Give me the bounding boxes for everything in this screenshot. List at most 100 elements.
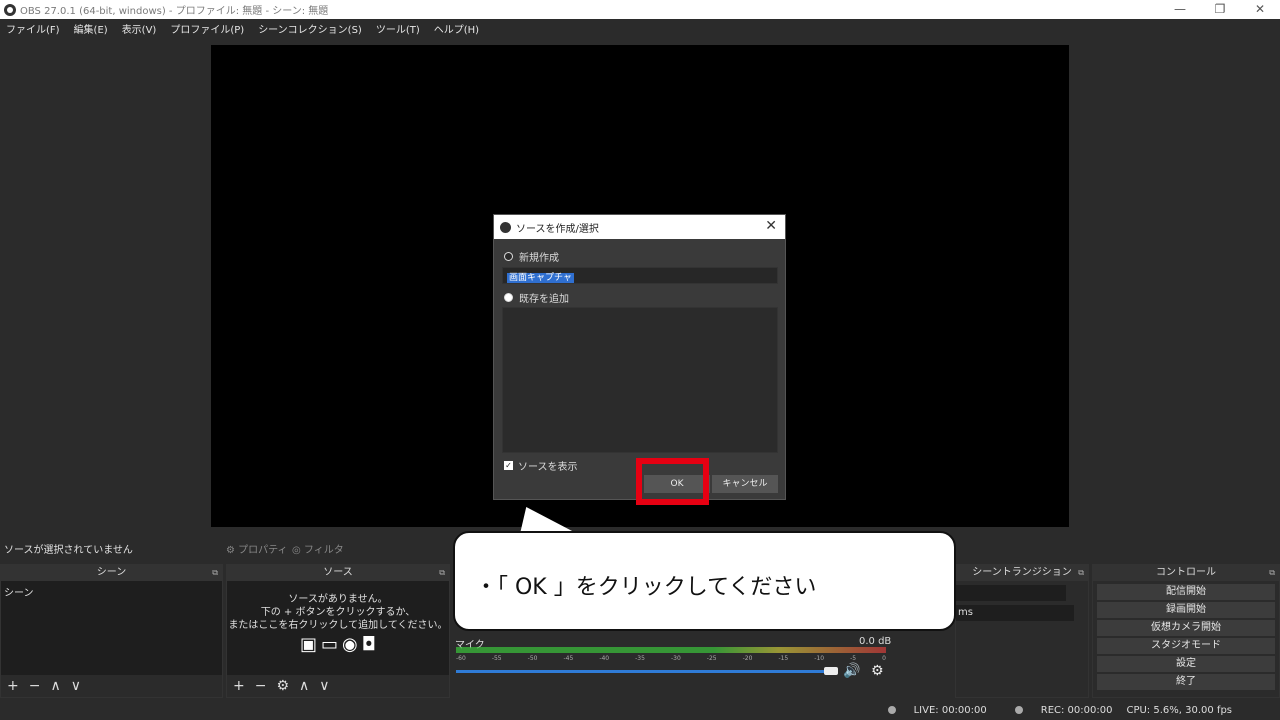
minimize-button[interactable]: —	[1160, 0, 1200, 19]
scenes-list[interactable]: シーン	[1, 581, 222, 675]
remove-icon[interactable]: −	[255, 678, 267, 694]
list-item[interactable]: シーン	[1, 581, 222, 602]
start-streaming-button[interactable]: 配信開始	[1097, 584, 1275, 600]
studio-mode-button[interactable]: スタジオモード	[1097, 638, 1275, 654]
undock-icon[interactable]: ⧉	[212, 565, 218, 581]
meter-tick: -45	[563, 655, 574, 662]
menu-view[interactable]: 表示(V)	[122, 21, 157, 36]
meter-tick: 0	[882, 655, 886, 662]
mixer-level: 0.0 dB	[859, 636, 892, 647]
menu-scene-collection[interactable]: シーンコレクション(S)	[258, 21, 362, 36]
move-up-icon[interactable]: ∧	[50, 678, 60, 694]
gear-icon[interactable]: ⚙	[276, 678, 289, 694]
show-source-label: ソースを表示	[518, 462, 578, 473]
empty-line-1: ソースがありません。	[288, 594, 388, 605]
volume-meter	[456, 647, 886, 653]
obs-logo-icon	[4, 3, 16, 16]
add-icon[interactable]: +	[233, 678, 245, 694]
scenes-dock: シーン ⧉ シーン + − ∧ ∨	[0, 564, 223, 698]
gear-icon[interactable]: ⚙	[871, 663, 884, 679]
scenes-toolbar: + − ∧ ∨	[1, 675, 222, 697]
image-icon: ▣	[300, 634, 318, 655]
move-down-icon[interactable]: ∨	[71, 678, 81, 694]
window-controls: — ❐ ✕	[1160, 0, 1280, 19]
undock-icon[interactable]: ⧉	[439, 565, 445, 581]
window-title: OBS 27.0.1 (64-bit, windows) - プロファイル: 無…	[20, 6, 329, 17]
restore-button[interactable]: ❐	[1200, 0, 1240, 19]
source-name-input[interactable]: 画面キャプチャ	[502, 267, 778, 284]
meter-tick: -25	[706, 655, 717, 662]
record-icon	[1014, 705, 1023, 714]
meter-tick: -10	[814, 655, 825, 662]
rec-time: REC: 00:00:00	[1040, 704, 1113, 716]
cpu-status: CPU: 5.6%, 30.00 fps	[1126, 704, 1232, 716]
callout-text: ・「 OK 」をクリックしてください	[475, 575, 817, 600]
exit-button[interactable]: 終了	[1097, 674, 1275, 690]
controls-header: コントロール ⧉	[1093, 565, 1279, 581]
sources-empty-message: ソースがありません。 下の + ボタンをクリックするか、 またはここを右クリック…	[227, 581, 449, 655]
add-existing-label: 既存を追加	[519, 294, 569, 305]
sources-title: ソース	[323, 567, 353, 578]
instruction-callout: ・「 OK 」をクリックしてください	[453, 531, 956, 631]
move-down-icon[interactable]: ∨	[319, 678, 329, 694]
volume-fader[interactable]	[456, 670, 834, 673]
add-existing-radio[interactable]	[504, 293, 513, 302]
dialog-title-bar: ソースを作成/選択 ✕	[494, 215, 785, 239]
source-name-value: 画面キャプチャ	[507, 273, 574, 283]
create-new-label: 新規作成	[519, 253, 559, 264]
live-status: LIVE: 00:00:00	[874, 705, 987, 716]
meter-tick: -15	[778, 655, 789, 662]
cancel-button[interactable]: キャンセル	[712, 475, 778, 493]
dialog-title: ソースを作成/選択	[516, 223, 599, 235]
meter-tick: -40	[599, 655, 610, 662]
meter-tick: -55	[491, 655, 502, 662]
scene-transitions-dock: シーントランジション ⧉ ms	[955, 564, 1089, 698]
transition-select[interactable]	[956, 585, 1066, 601]
sources-toolbar: + − ⚙ ∧ ∨	[227, 675, 449, 697]
menu-edit[interactable]: 編集(E)	[74, 21, 108, 36]
menu-file[interactable]: ファイル(F)	[6, 21, 60, 36]
properties-label: プロパティ	[238, 544, 288, 556]
undock-icon[interactable]: ⧉	[1078, 565, 1084, 581]
meter-tick: -30	[670, 655, 681, 662]
add-existing-option[interactable]: 既存を追加	[504, 290, 569, 305]
create-new-option[interactable]: 新規作成	[504, 249, 559, 264]
sources-list[interactable]: ソースがありません。 下の + ボタンをクリックするか、 またはここを右クリック…	[227, 581, 449, 675]
menu-tools[interactable]: ツール(T)	[376, 21, 420, 36]
transitions-header: シーントランジション ⧉	[956, 565, 1088, 581]
camera-icon: ◘	[361, 634, 376, 655]
remove-icon[interactable]: −	[29, 678, 41, 694]
ok-highlight-box	[636, 458, 709, 505]
add-icon[interactable]: +	[7, 678, 19, 694]
existing-sources-list[interactable]	[502, 307, 778, 453]
empty-line-3: またはここを右クリックして追加してください。	[228, 620, 448, 631]
menu-help[interactable]: ヘルプ(H)	[434, 21, 479, 36]
move-up-icon[interactable]: ∧	[299, 678, 309, 694]
show-source-checkbox[interactable]: ✓	[504, 461, 513, 470]
speaker-icon[interactable]: 🔊	[843, 663, 860, 679]
meter-tick: -50	[527, 655, 538, 662]
meter-tick: -60	[456, 655, 466, 662]
dialog-close-icon[interactable]: ✕	[765, 218, 777, 234]
properties-button[interactable]: ⚙ プロパティ	[226, 541, 288, 556]
filters-button[interactable]: ◎ フィルタ	[292, 541, 344, 556]
create-new-radio[interactable]	[504, 252, 513, 261]
status-bar: LIVE: 00:00:00 REC: 00:00:00 CPU: 5.6%, …	[0, 700, 1280, 720]
rec-status: REC: 00:00:00	[1001, 704, 1113, 716]
sources-header: ソース ⧉	[227, 565, 449, 581]
start-recording-button[interactable]: 録画開始	[1097, 602, 1275, 618]
controls-title: コントロール	[1156, 567, 1216, 578]
volume-fader-handle[interactable]	[824, 667, 838, 675]
menu-profile[interactable]: プロファイル(P)	[170, 21, 244, 36]
undock-icon[interactable]: ⧉	[1269, 565, 1275, 581]
filters-label: フィルタ	[303, 544, 344, 556]
controls-dock: コントロール ⧉ 配信開始 録画開始 仮想カメラ開始 スタジオモード 設定 終了	[1092, 564, 1280, 698]
meter-scale: -60 -55 -50 -45 -40 -35 -30 -25 -20 -15 …	[456, 655, 886, 662]
transition-duration-input[interactable]: ms	[956, 605, 1074, 621]
show-source-option[interactable]: ✓ ソースを表示	[504, 458, 578, 473]
title-bar: OBS 27.0.1 (64-bit, windows) - プロファイル: 無…	[0, 0, 1280, 19]
settings-button[interactable]: 設定	[1097, 656, 1275, 672]
close-window-button[interactable]: ✕	[1240, 0, 1280, 19]
broadcast-icon	[887, 705, 896, 714]
start-virtual-camera-button[interactable]: 仮想カメラ開始	[1097, 620, 1275, 636]
